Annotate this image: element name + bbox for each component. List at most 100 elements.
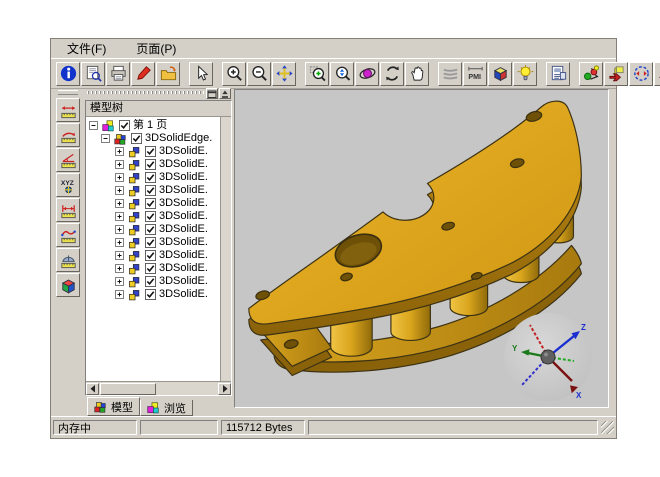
visibility-checkbox[interactable] (145, 263, 156, 274)
measure-button-measure-length[interactable] (56, 98, 80, 122)
visibility-checkbox[interactable] (131, 133, 142, 144)
tab-browse[interactable]: 浏览 (140, 400, 193, 416)
scroll-thumb[interactable] (100, 383, 156, 395)
expand-toggle-icon[interactable] (115, 147, 124, 156)
node-label[interactable]: 3DSolidE. (159, 184, 208, 197)
tree-row-part-11[interactable]: 3DSolidE. (86, 275, 220, 288)
node-label[interactable]: 3DSolidEdge. (145, 132, 212, 145)
toolbar-button-component-move[interactable] (604, 62, 628, 86)
tree-row-part-4[interactable]: 3DSolidE. (86, 184, 220, 197)
toolbar-button-wireframe-layers[interactable] (438, 62, 462, 86)
tab-model[interactable]: 模型 (87, 397, 140, 416)
panel-hide-button[interactable] (219, 88, 231, 99)
toolbar-button-explode-view[interactable] (654, 62, 660, 86)
tree-row-part-7[interactable]: 3DSolidE. (86, 223, 220, 236)
menu-item-page[interactable]: 页面(P) (133, 39, 179, 58)
tree-row-part-6[interactable]: 3DSolidE. (86, 210, 220, 223)
expand-toggle-icon[interactable] (115, 186, 124, 195)
node-label[interactable]: 第 1 页 (133, 119, 167, 132)
expand-toggle-icon[interactable] (115, 160, 124, 169)
toolbar-button-pmi-display[interactable]: PMI (463, 62, 487, 86)
tree-row-part-5[interactable]: 3DSolidE. (86, 197, 220, 210)
toolbar-button-markup-save[interactable] (156, 62, 180, 86)
tree-vertical-scrollbar[interactable] (220, 117, 231, 381)
visibility-checkbox[interactable] (145, 224, 156, 235)
expand-toggle-icon[interactable] (115, 277, 124, 286)
panel-float-button[interactable] (206, 88, 218, 99)
toolbar-button-rotate-animation[interactable] (629, 62, 653, 86)
visibility-checkbox[interactable] (145, 159, 156, 170)
toolbar-button-pan-axes[interactable] (272, 62, 296, 86)
node-label[interactable]: 3DSolidE. (159, 171, 208, 184)
menu-item-file[interactable]: 文件(F) (64, 39, 109, 58)
node-label[interactable]: 3DSolidE. (159, 210, 208, 223)
toolbar-button-open-preview[interactable] (81, 62, 105, 86)
measure-button-measure-radius[interactable] (56, 123, 80, 147)
node-label[interactable]: 3DSolidE. (159, 158, 208, 171)
measure-button-measure-area[interactable] (56, 248, 80, 272)
node-label[interactable]: 3DSolidE. (159, 275, 208, 288)
tree-row-part-1[interactable]: 3DSolidE. (86, 145, 220, 158)
node-label[interactable]: 3DSolidE. (159, 262, 208, 275)
resize-grip[interactable] (601, 421, 614, 434)
measure-button-measure-coordinate[interactable]: XYZ (56, 173, 80, 197)
visibility-checkbox[interactable] (145, 211, 156, 222)
tree-row-part-12[interactable]: 3DSolidE. (86, 288, 220, 301)
visibility-checkbox[interactable] (145, 198, 156, 209)
toolbar-button-zoom-window[interactable] (305, 62, 329, 86)
expand-toggle-icon[interactable] (115, 290, 124, 299)
visibility-checkbox[interactable] (119, 120, 130, 131)
toolbar-button-zoom-dynamic[interactable] (330, 62, 354, 86)
visibility-checkbox[interactable] (145, 185, 156, 196)
node-label[interactable]: 3DSolidE. (159, 197, 208, 210)
toolbar-button-shaded-view[interactable] (488, 62, 512, 86)
tree-row-part-9[interactable]: 3DSolidE. (86, 249, 220, 262)
visibility-checkbox[interactable] (145, 276, 156, 287)
tree-row-part-8[interactable]: 3DSolidE. (86, 236, 220, 249)
measure-button-measure-curve[interactable] (56, 223, 80, 247)
measure-toolbar-grip[interactable] (58, 90, 78, 95)
tree-row-part-3[interactable]: 3DSolidE. (86, 171, 220, 184)
measure-button-measure-distance[interactable] (56, 198, 80, 222)
visibility-checkbox[interactable] (145, 289, 156, 300)
tree-row-assembly[interactable]: 3DSolidEdge. (86, 132, 220, 145)
toolbar-button-zoom-out[interactable] (247, 62, 271, 86)
viewport-3d[interactable]: Z X Y (234, 89, 609, 408)
measure-button-measure-angle[interactable] (56, 148, 80, 172)
expand-toggle-icon[interactable] (115, 199, 124, 208)
toolbar-button-pan-hand[interactable] (405, 62, 429, 86)
expand-toggle-icon[interactable] (115, 251, 124, 260)
tree-row-part-2[interactable]: 3DSolidE. (86, 158, 220, 171)
scroll-right-button[interactable] (218, 383, 231, 395)
expand-toggle-icon[interactable] (115, 212, 124, 221)
expand-toggle-icon[interactable] (89, 121, 98, 130)
expand-toggle-icon[interactable] (101, 134, 110, 143)
visibility-checkbox[interactable] (145, 146, 156, 157)
toolbar-button-spin-refresh[interactable] (380, 62, 404, 86)
toolbar-button-lighting[interactable] (513, 62, 537, 86)
expand-toggle-icon[interactable] (115, 225, 124, 234)
toolbar-button-page-list[interactable] (546, 62, 570, 86)
visibility-checkbox[interactable] (145, 172, 156, 183)
measure-button-measure-volume[interactable] (56, 273, 80, 297)
toolbar-button-select-cursor[interactable] (189, 62, 213, 86)
tree-row-part-10[interactable]: 3DSolidE. (86, 262, 220, 275)
node-label[interactable]: 3DSolidE. (159, 236, 208, 249)
toolbar-button-assembly-tools[interactable] (579, 62, 603, 86)
expand-toggle-icon[interactable] (115, 264, 124, 273)
visibility-checkbox[interactable] (145, 237, 156, 248)
node-label[interactable]: 3DSolidE. (159, 145, 208, 158)
toolbar-button-rotate-orbit[interactable] (355, 62, 379, 86)
node-label[interactable]: 3DSolidE. (159, 249, 208, 262)
toolbar-button-print[interactable] (106, 62, 130, 86)
node-label[interactable]: 3DSolidE. (159, 223, 208, 236)
orientation-ball[interactable]: Z X Y (502, 311, 594, 403)
node-label[interactable]: 3DSolidE. (159, 288, 208, 301)
toolbar-button-zoom-in[interactable] (222, 62, 246, 86)
expand-toggle-icon[interactable] (115, 173, 124, 182)
toolbar-button-info[interactable] (56, 62, 80, 86)
panel-drag-grip[interactable] (87, 91, 204, 94)
scroll-left-button[interactable] (86, 383, 99, 395)
toolbar-button-markup-pen[interactable] (131, 62, 155, 86)
visibility-checkbox[interactable] (145, 250, 156, 261)
